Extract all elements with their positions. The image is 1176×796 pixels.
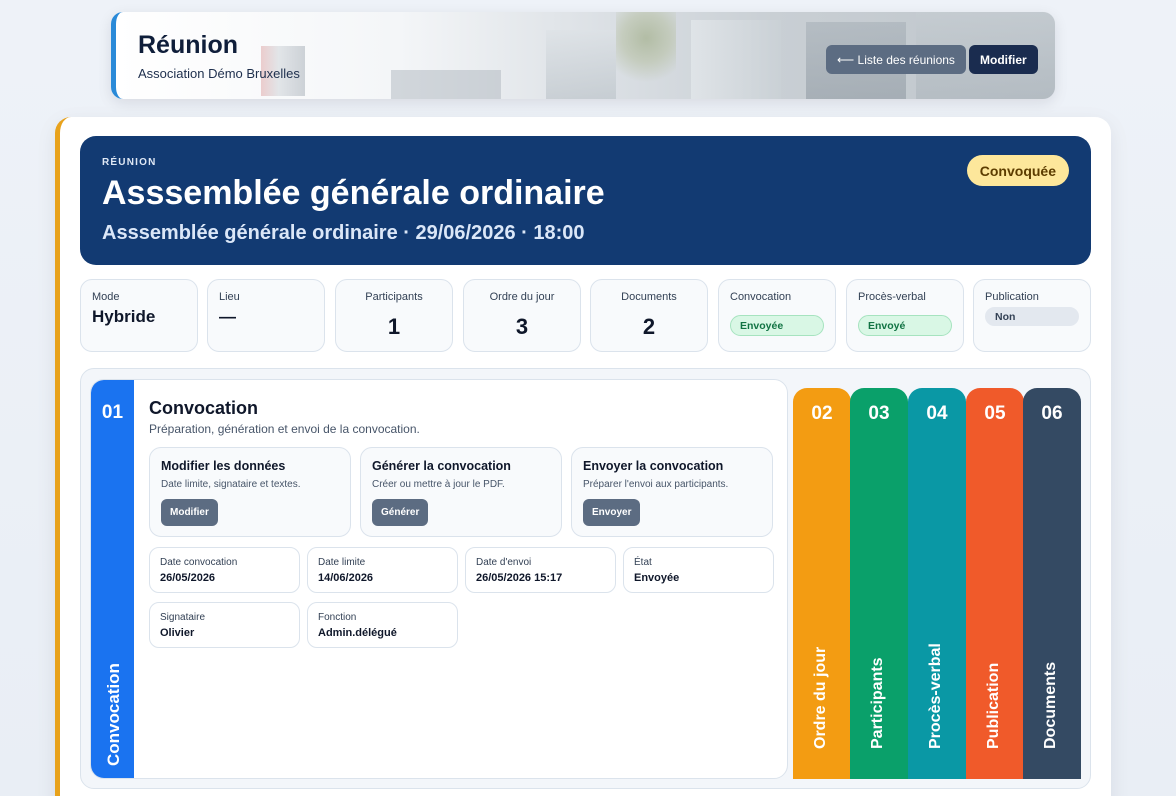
meeting-date-line: Asssemblée générale ordinaire · 29/06/20… (102, 222, 585, 244)
step-panel-convocation: 01 Convocation Convocation Préparation, … (90, 379, 788, 779)
stat-value: 3 (515, 314, 529, 339)
step-number: 04 (926, 403, 948, 424)
stat-label: Ordre du jour (489, 291, 555, 303)
step-tab-documents[interactable]: 06 Documents (1023, 388, 1081, 779)
action-title: Modifier les données (161, 459, 286, 473)
field-etat: État Envoyée (623, 547, 774, 593)
step-number: 02 (811, 403, 833, 424)
edit-meeting-button[interactable]: Modifier (969, 45, 1038, 74)
step-number: 06 (1041, 403, 1063, 424)
field-label: État (634, 557, 652, 568)
action-description: Créer ou mettre à jour le PDF. (372, 479, 505, 490)
send-convocation-button[interactable]: Envoyer (583, 499, 641, 526)
stat-label: Documents (621, 291, 677, 303)
modify-data-button[interactable]: Modifier (161, 499, 218, 526)
stat-label: Participants (365, 291, 423, 303)
step-tab-publication[interactable]: 05 Publication (966, 388, 1024, 779)
stat-label: Lieu (219, 291, 240, 303)
status-badge: Non (985, 307, 1079, 326)
stat-mode: Mode Hybride (80, 279, 198, 352)
stat-publication: Publication Non (973, 279, 1091, 352)
field-label: Date limite (318, 557, 366, 568)
field-label: Fonction (318, 612, 357, 623)
page-title: Réunion (138, 31, 238, 59)
stat-label: Publication (985, 291, 1039, 303)
stat-label: Mode (92, 291, 120, 303)
step-tab-proces-verbal[interactable]: 04 Procès-verbal (908, 388, 966, 779)
step-label: Participants (869, 657, 886, 749)
field-value: 14/06/2026 (318, 572, 374, 584)
stat-lieu: Lieu — (207, 279, 325, 352)
field-label: Date d'envoi (476, 557, 532, 568)
action-description: Date limite, signataire et textes. (161, 479, 301, 490)
header-background-photo (691, 20, 781, 99)
header-background-photo (546, 30, 616, 99)
field-date-limite: Date limite 14/06/2026 (307, 547, 458, 593)
step-number: 05 (984, 403, 1006, 424)
status-badge: Convoquée (966, 155, 1069, 186)
action-card-envoyer: Envoyer la convocation Préparer l'envoi … (571, 447, 773, 537)
header-background-photo (391, 70, 501, 99)
step-label: Procès-verbal (927, 643, 944, 749)
stat-value: 1 (387, 314, 401, 339)
action-description: Préparer l'envoi aux participants. (583, 479, 729, 490)
stat-value: — (219, 307, 236, 326)
field-fonction: Fonction Admin.délégué (307, 602, 458, 648)
action-card-modifier: Modifier les données Date limite, signat… (149, 447, 351, 537)
page-header: Réunion Association Démo Bruxelles ⟵ Lis… (111, 12, 1055, 99)
action-card-generer: Générer la convocation Créer ou mettre à… (360, 447, 562, 537)
field-value: Olivier (160, 627, 195, 639)
step-tab-participants[interactable]: 03 Participants (850, 388, 908, 779)
generate-convocation-button[interactable]: Générer (372, 499, 429, 526)
step-label: Publication (985, 662, 1002, 749)
field-value: Admin.délégué (318, 627, 397, 639)
status-badge: Envoyée (730, 315, 824, 336)
stat-value: Hybride (92, 307, 156, 326)
step-description: Préparation, génération et envoi de la c… (149, 422, 420, 436)
field-signataire: Signataire Olivier (149, 602, 300, 648)
banner-eyebrow: RÉUNION (102, 157, 157, 168)
field-date-envoi: Date d'envoi 26/05/2026 15:17 (465, 547, 616, 593)
field-label: Date convocation (160, 557, 238, 568)
field-value: 26/05/2026 (160, 572, 216, 584)
stat-label: Procès-verbal (858, 291, 926, 303)
stat-participants: Participants 1 (335, 279, 453, 352)
status-badge: Envoyé (858, 315, 952, 336)
organization-name: Association Démo Bruxelles (138, 66, 300, 81)
step-title: Convocation (149, 398, 259, 418)
step-tab-convocation[interactable]: 01 Convocation (91, 380, 134, 778)
field-value: 26/05/2026 15:17 (476, 572, 563, 584)
step-label: Convocation (104, 663, 123, 766)
stat-documents: Documents 2 (590, 279, 708, 352)
field-value: Envoyée (634, 572, 680, 584)
stat-proces-verbal: Procès-verbal Envoyé (846, 279, 964, 352)
step-label: Documents (1042, 661, 1059, 749)
meeting-title: Asssemblée générale ordinaire (102, 174, 605, 212)
back-to-list-button[interactable]: ⟵ Liste des réunions (826, 45, 966, 74)
step-number: 01 (101, 402, 124, 423)
field-date-convocation: Date convocation 26/05/2026 (149, 547, 300, 593)
header-background-photo (616, 12, 676, 99)
meeting-banner: RÉUNION Asssemblée générale ordinaire As… (80, 136, 1091, 265)
field-label: Signataire (160, 612, 206, 623)
step-tab-ordre-du-jour[interactable]: 02 Ordre du jour (793, 388, 851, 779)
step-number: 03 (868, 403, 890, 424)
stat-value: 2 (642, 314, 656, 339)
step-label: Ordre du jour (812, 646, 829, 749)
action-title: Envoyer la convocation (583, 459, 724, 473)
stat-label: Convocation (730, 291, 792, 303)
stat-convocation: Convocation Envoyée (718, 279, 836, 352)
stat-ordre-du-jour: Ordre du jour 3 (463, 279, 581, 352)
action-title: Générer la convocation (372, 459, 511, 473)
